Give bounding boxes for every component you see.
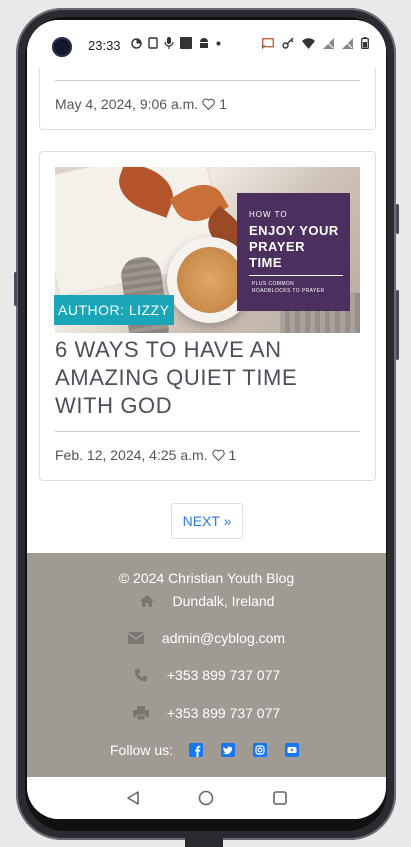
instagram-icon[interactable] [253,743,268,757]
youtube-icon[interactable] [285,743,300,757]
phone-icon [134,668,147,682]
like-count: 1 [219,96,227,112]
footer-location: Dundalk, Ireland [27,593,386,609]
envelope-icon [127,632,144,644]
app-icon [180,37,192,49]
data-saver-icon [131,37,142,49]
volume-button [14,272,17,306]
power-button [396,290,399,360]
home-icon [139,595,154,607]
promo-overlay: HOW TO ENJOY YOUR PRAYER TIME PLUS COMMO… [237,193,350,311]
page-content: ▔▔▔▔▔▔▔ May 4, 2024, 9:06 a.m. 1 HOW TO [27,20,386,777]
recents-icon[interactable] [273,791,287,805]
microphone-icon [164,37,174,49]
post-card[interactable]: HOW TO ENJOY YOUR PRAYER TIME PLUS COMMO… [39,151,376,481]
notification-icons [131,37,221,49]
dot-icon [216,41,221,45]
system-icons [262,37,369,49]
post-meta: Feb. 12, 2024, 4:25 a.m. 1 [55,447,236,463]
signal-off-icon [323,37,334,49]
like-count: 1 [228,447,237,463]
cast-icon [262,37,274,49]
footer-fax: +353 899 737 077 [27,705,386,721]
status-time: 23:33 [88,38,121,53]
status-bar: 23:33 [27,20,386,68]
post-date: May 4, 2024, 9:06 a.m. [55,96,199,112]
printer-icon [132,706,149,720]
android-icon [200,38,208,48]
screen: ▔▔▔▔▔▔▔ May 4, 2024, 9:06 a.m. 1 HOW TO [27,20,386,819]
twitter-icon[interactable] [221,743,236,757]
promo-divider [249,275,343,276]
divider [55,80,360,81]
front-camera [52,37,72,57]
back-icon[interactable] [126,791,140,805]
facebook-icon[interactable] [189,743,204,757]
side-button [396,204,399,234]
post-date: Feb. 12, 2024, 4:25 a.m. [55,447,208,463]
home-button-icon[interactable] [198,790,214,806]
promo-small-text: HOW TO [249,210,288,219]
follow-us: Follow us: [110,742,300,758]
signal-off-icon [342,37,353,49]
copyright: © 2024 Christian Youth Blog [118,570,295,586]
post-title[interactable]: 6 WAYS TO HAVE AN AMAZING QUIET TIME WIT… [55,336,360,420]
promo-headline: ENJOY YOUR PRAYER TIME [249,223,339,270]
heart-icon[interactable] [211,449,225,461]
wifi-icon [302,37,315,49]
charging-port [185,836,223,847]
footer: © 2024 Christian Youth Blog Dundalk, Ire… [27,553,386,777]
promo-subtext: PLUS COMMON ROADBLOCKS TO PRAYER [252,281,325,294]
next-page-button[interactable]: NEXT » [171,503,243,539]
key-icon [282,37,294,49]
battery-icon [361,37,369,49]
follow-label: Follow us: [110,742,174,758]
author-badge[interactable]: AUTHOR: LIZZY [54,295,174,325]
footer-phone[interactable]: +353 899 737 077 [27,667,386,683]
footer-email[interactable]: admin@cyblog.com [27,630,386,646]
post-meta: May 4, 2024, 9:06 a.m. 1 [55,96,227,112]
navigation-bar [27,777,386,819]
divider [55,431,360,432]
heart-icon[interactable] [202,98,215,110]
sim-icon [148,37,158,49]
